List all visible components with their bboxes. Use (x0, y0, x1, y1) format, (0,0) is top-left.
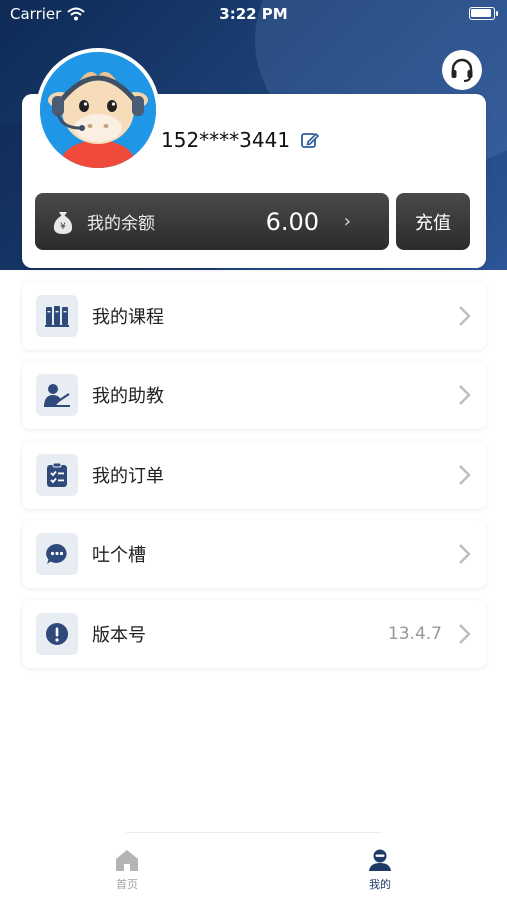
recharge-label: 充值 (415, 212, 451, 234)
headset-icon (451, 58, 473, 82)
tab-bar-divider (126, 832, 382, 833)
tab-home-label: 首页 (116, 878, 138, 891)
menu-label: 版本号 (92, 625, 146, 646)
teacher-icon (44, 384, 70, 407)
user-profile-icon (369, 849, 391, 871)
chevron-right-icon (459, 544, 471, 564)
tab-home[interactable]: 首页 (87, 848, 167, 892)
balance-button[interactable]: ¥ 我的余额 6.00 › (35, 193, 389, 250)
user-phone: 152****3441 (161, 128, 291, 152)
chat-bubble-icon (46, 543, 67, 564)
menu-item-my-assistant[interactable]: 我的助教 (22, 361, 486, 429)
user-phone-row: 152****3441 (161, 128, 320, 152)
menu-item-version[interactable]: 版本号 13.4.7 (22, 600, 486, 668)
menu-label: 吐个槽 (92, 545, 146, 566)
order-icon (47, 462, 67, 487)
menu-icon-container (36, 454, 78, 496)
balance-amount: 6.00 (265, 207, 319, 236)
menu-icon-container (36, 295, 78, 337)
menu-label: 我的助教 (92, 386, 164, 407)
chevron-right-icon (459, 385, 471, 405)
chevron-right-icon (459, 465, 471, 485)
menu-label: 我的课程 (92, 307, 164, 328)
info-icon (46, 623, 68, 645)
menu-item-my-orders[interactable]: 我的订单 (22, 441, 486, 509)
customer-service-button[interactable] (442, 50, 482, 90)
recharge-button[interactable]: 充值 (396, 193, 470, 250)
version-number: 13.4.7 (387, 624, 442, 644)
menu-icon-container (36, 613, 78, 655)
money-bag-icon: ¥ (53, 211, 73, 234)
status-bar: Carrier 3:22 PM (0, 0, 507, 28)
chevron-right-icon (459, 306, 471, 326)
menu-label: 我的订单 (92, 466, 164, 487)
menu-icon-container (36, 374, 78, 416)
cow-mascot-icon (40, 52, 156, 168)
books-icon (45, 306, 69, 327)
menu-item-my-courses[interactable]: 我的课程 (22, 282, 486, 350)
menu-item-feedback[interactable]: 吐个槽 (22, 520, 486, 588)
status-time: 3:22 PM (219, 5, 288, 23)
tab-mine-label: 我的 (369, 878, 391, 891)
menu-icon-container (36, 533, 78, 575)
avatar[interactable] (36, 48, 160, 172)
svg-text:¥: ¥ (60, 222, 66, 232)
chevron-right-icon (459, 624, 471, 644)
tab-bar: 首页 我的 (0, 832, 507, 900)
balance-arrow-icon: › (343, 211, 351, 232)
edit-icon[interactable] (300, 130, 320, 150)
balance-label: 我的余额 (87, 214, 155, 234)
home-icon (116, 850, 138, 871)
battery-icon (469, 7, 498, 20)
tab-mine[interactable]: 我的 (340, 848, 420, 892)
